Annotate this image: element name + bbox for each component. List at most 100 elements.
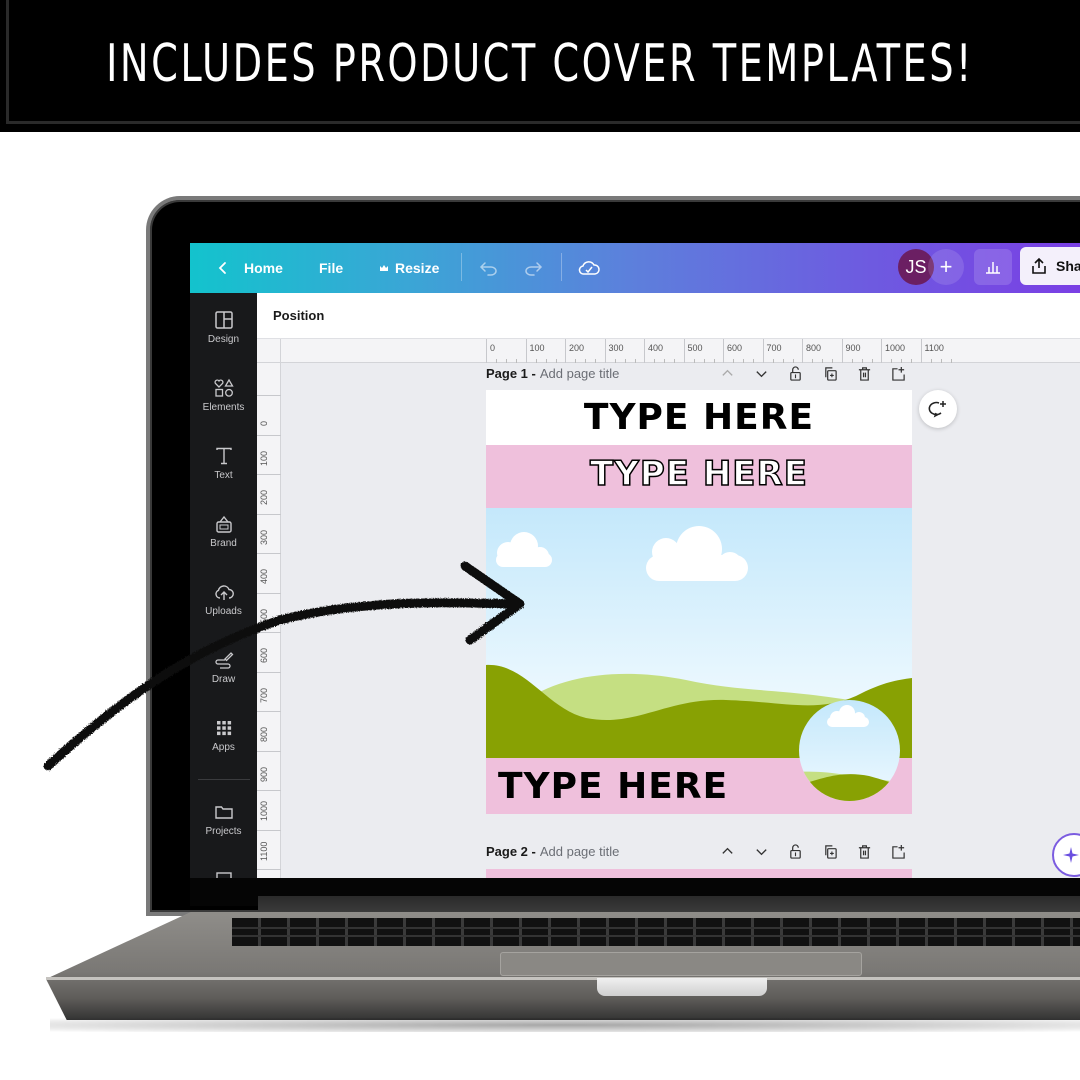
sidebar-item-more[interactable] xyxy=(190,870,257,878)
sidebar-item-draw[interactable]: Draw xyxy=(190,650,257,710)
sidebar-label: Draw xyxy=(211,674,236,685)
redo-icon xyxy=(525,262,543,276)
sidebar-label: Text xyxy=(214,470,233,481)
ruler-tick: 900 xyxy=(841,339,882,363)
ruler-vertical[interactable]: 0 100 200 300 400 500 600 700 800 900 1000 1100 0 xyxy=(257,363,281,878)
ruler-tick: 100 xyxy=(257,434,281,466)
ruler-tick-label: 700 xyxy=(259,687,269,703)
insights-button[interactable] xyxy=(974,249,1012,285)
laptop-keyboard xyxy=(232,918,1080,946)
ruler-tick: 1100 xyxy=(920,339,962,363)
position-button[interactable]: Position xyxy=(273,308,324,323)
brand-kit-icon xyxy=(215,515,232,533)
cloud-check-icon xyxy=(578,261,600,275)
sidebar-item-elements[interactable]: Elements xyxy=(190,378,257,438)
ruler-tick: 700 xyxy=(762,339,803,363)
editor-sidebar: Design Elements Text Brand Uploads Draw … xyxy=(190,293,257,878)
duplicate-page-button[interactable] xyxy=(821,363,839,383)
share-button[interactable]: Sha xyxy=(1020,247,1080,285)
context-toolbar: Position xyxy=(257,293,1080,339)
ruler-tick-label: 500 xyxy=(259,608,269,624)
sidebar-item-text[interactable]: Text xyxy=(190,446,257,506)
trash-icon xyxy=(858,366,870,381)
ruler-tick: 0 xyxy=(257,869,281,870)
ruler-tick-label: 300 xyxy=(259,529,269,545)
add-page-icon xyxy=(891,844,905,859)
sidebar-label: Uploads xyxy=(205,606,242,617)
image-icon xyxy=(215,872,232,878)
ruler-tick: 0 xyxy=(486,339,527,363)
ruler-tick: 800 xyxy=(802,339,843,363)
heading-text-3[interactable]: TYPE HERE xyxy=(498,766,728,807)
sidebar-item-design[interactable]: Design xyxy=(190,310,257,370)
ruler-tick-label: 100 xyxy=(259,450,269,466)
cloud-save-status[interactable] xyxy=(578,243,600,293)
sidebar-label: Elements xyxy=(202,402,245,413)
move-page-down-button[interactable] xyxy=(752,841,770,861)
add-collaborator-button[interactable]: + xyxy=(928,249,964,285)
ruler-tick: 200 xyxy=(257,474,281,505)
apps-grid-icon xyxy=(216,721,231,736)
add-page-icon xyxy=(891,366,905,381)
comment-add-icon xyxy=(928,401,946,418)
home-label: Home xyxy=(244,260,283,276)
lock-page-button[interactable] xyxy=(786,841,804,861)
delete-page-button[interactable] xyxy=(855,841,873,861)
laptop-shadow xyxy=(50,1018,1080,1032)
sidebar-item-apps[interactable]: Apps xyxy=(190,718,257,778)
page-1-header: Page 1 - Add page title xyxy=(486,363,619,383)
circle-image-frame[interactable] xyxy=(799,700,900,801)
sidebar-item-uploads[interactable]: Uploads xyxy=(190,582,257,642)
move-page-up-button[interactable] xyxy=(718,363,736,383)
cloud-center xyxy=(646,526,748,581)
undo-button[interactable] xyxy=(479,243,499,293)
sidebar-item-brand[interactable]: Brand xyxy=(190,514,257,574)
shapes-icon xyxy=(213,378,234,397)
ruler-tick: 1000 xyxy=(257,790,281,821)
chevron-left-icon xyxy=(218,262,226,274)
ruler-tick: 900 xyxy=(257,750,281,782)
ruler-horizontal[interactable]: 0 100 200 300 400 500 600 700 800 900 1000 1100 xyxy=(281,339,1080,363)
magic-assistant-button[interactable] xyxy=(1052,833,1080,877)
page-2-canvas[interactable] xyxy=(486,869,912,878)
page-number: Page 1 - xyxy=(486,365,536,381)
add-page-button[interactable] xyxy=(889,841,907,861)
sidebar-label: Projects xyxy=(205,826,242,837)
add-comment-button[interactable] xyxy=(919,390,957,428)
ruler-tick: 500 xyxy=(683,339,724,363)
ruler-tick-label: 600 xyxy=(259,647,269,663)
banner-headline: INCLUDES PRODUCT COVER TEMPLATES! xyxy=(106,34,974,94)
heading-text-1[interactable]: TYPE HERE xyxy=(486,397,912,438)
heading-text-2-outlined[interactable]: TYPE HERE xyxy=(486,453,912,495)
page-title-input[interactable]: Add page title xyxy=(540,844,620,859)
cloud-upload-icon xyxy=(214,585,234,600)
file-menu[interactable]: File xyxy=(319,243,343,293)
file-label: File xyxy=(319,260,344,276)
ruler-tick: 500 xyxy=(257,592,281,624)
ruler-tick: 600 xyxy=(723,339,764,363)
move-page-up-button[interactable] xyxy=(718,841,736,861)
page-1-canvas[interactable]: TYPE HERE TYPE HERE TYPE HERE xyxy=(486,390,912,814)
chevron-up-icon xyxy=(721,369,733,376)
move-page-down-button[interactable] xyxy=(752,363,770,383)
add-page-button[interactable] xyxy=(889,363,907,383)
ruler-tick: 400 xyxy=(644,339,685,363)
trash-icon xyxy=(858,844,870,859)
crown-icon xyxy=(380,265,388,271)
chevron-down-icon xyxy=(755,370,767,377)
sidebar-item-projects[interactable]: Projects xyxy=(190,802,257,862)
home-button[interactable]: Home xyxy=(216,243,283,293)
delete-page-button[interactable] xyxy=(855,363,873,383)
cloud-left xyxy=(496,532,552,567)
page-title-input[interactable]: Add page title xyxy=(540,366,620,381)
redo-button[interactable] xyxy=(523,243,543,293)
lock-page-button[interactable] xyxy=(786,363,804,383)
ruler-tick-label: 900 xyxy=(259,766,269,782)
laptop-trackpad xyxy=(500,952,862,976)
duplicate-page-button[interactable] xyxy=(821,841,839,861)
share-upload-icon xyxy=(1032,257,1046,274)
chevron-down-icon xyxy=(755,848,767,855)
draw-icon xyxy=(214,652,233,669)
resize-button[interactable]: Resize xyxy=(379,243,439,293)
ruler-corner xyxy=(257,339,281,363)
